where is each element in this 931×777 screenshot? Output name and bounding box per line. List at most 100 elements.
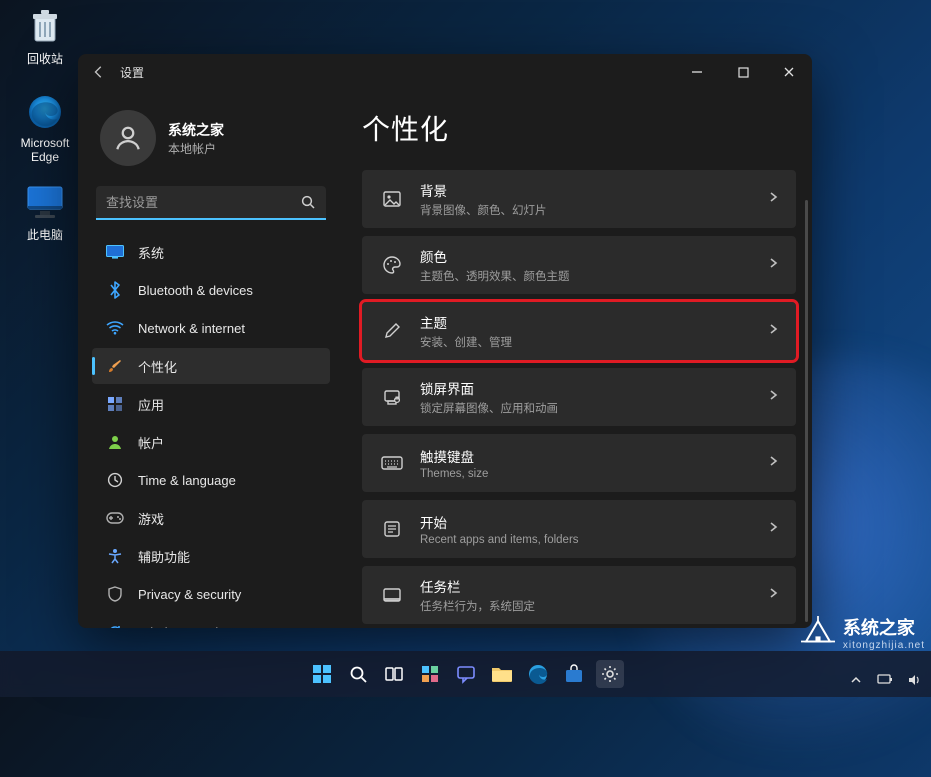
nav-windows-update[interactable]: Windows Update <box>92 614 330 628</box>
search-icon <box>348 664 368 684</box>
recycle-bin-icon <box>25 6 65 46</box>
chevron-right-icon <box>766 520 780 539</box>
taskbar-edge[interactable] <box>524 660 552 688</box>
settings-card-themes[interactable]: 主题安装、创建、管理 <box>362 302 796 360</box>
scrollbar[interactable] <box>805 200 808 622</box>
maximize-icon <box>738 67 749 78</box>
avatar <box>100 110 156 166</box>
card-subtitle: Recent apps and items, folders <box>420 534 766 546</box>
folder-icon <box>491 665 513 683</box>
desktop-icon-this-pc[interactable]: 此电脑 <box>8 182 82 243</box>
settings-card-touch-keyboard[interactable]: 触摸键盘Themes, size <box>362 434 796 492</box>
volume-tray-icon <box>907 673 921 687</box>
display-icon <box>106 243 124 261</box>
taskbar-settings[interactable] <box>596 660 624 688</box>
card-title: 颜色 <box>420 246 766 266</box>
arrow-left-icon <box>92 65 106 79</box>
desktop-icon-recycle-bin[interactable]: 回收站 <box>8 6 82 67</box>
close-icon <box>783 66 795 78</box>
chevron-right-icon <box>766 586 780 605</box>
nav-label: Time & language <box>138 473 236 488</box>
nav-label: 应用 <box>138 395 164 414</box>
nav-gaming[interactable]: 游戏 <box>92 500 330 536</box>
account-type: 本地帐户 <box>168 140 224 157</box>
widgets-icon <box>420 664 440 684</box>
nav-system[interactable]: 系统 <box>92 234 330 270</box>
card-title: 主题 <box>420 312 766 332</box>
nav-label: Bluetooth & devices <box>138 283 253 298</box>
minimize-button[interactable] <box>674 54 720 90</box>
card-subtitle: 安装、创建、管理 <box>420 334 766 350</box>
card-title: 开始 <box>420 512 766 532</box>
chevron-right-icon <box>766 190 780 209</box>
card-title: 锁屏界面 <box>420 378 766 398</box>
nav-personalization[interactable]: 个性化 <box>92 348 330 384</box>
store-icon <box>564 664 584 684</box>
card-subtitle: 主题色、透明效果、颜色主题 <box>420 268 766 284</box>
titlebar: 设置 <box>78 54 812 90</box>
clock-globe-icon <box>106 471 124 489</box>
taskbar-start[interactable] <box>308 660 336 688</box>
account-block[interactable]: 系统之家 本地帐户 <box>92 100 330 182</box>
chevron-right-icon <box>766 454 780 473</box>
chevron-right-icon <box>766 322 780 341</box>
nav-privacy[interactable]: Privacy & security <box>92 576 330 612</box>
settings-card-colors[interactable]: 颜色主题色、透明效果、颜色主题 <box>362 236 796 294</box>
content-pane: 个性化 背景背景图像、颜色、幻灯片颜色主题色、透明效果、颜色主题主题安装、创建、… <box>338 90 812 628</box>
sidebar: 系统之家 本地帐户 系统 Bluetooth & devices <box>78 90 338 628</box>
shield-icon <box>106 585 124 603</box>
nav-network[interactable]: Network & internet <box>92 310 330 346</box>
account-name: 系统之家 <box>168 120 224 140</box>
taskbar-icon <box>378 587 406 603</box>
nav-list: 系统 Bluetooth & devices Network & interne… <box>92 234 330 628</box>
search-input[interactable] <box>96 186 326 220</box>
settings-card-start[interactable]: 开始 Recent apps and items, folders <box>362 500 796 558</box>
page-heading: 个性化 <box>362 108 812 148</box>
nav-time-language[interactable]: Time & language <box>92 462 330 498</box>
nav-accounts[interactable]: 帐户 <box>92 424 330 460</box>
lock-icon <box>378 387 406 407</box>
start-icon <box>378 520 406 538</box>
nav-label: 辅助功能 <box>138 547 190 566</box>
taskbar-taskview[interactable] <box>380 660 408 688</box>
taskbar-tray[interactable] <box>849 673 921 687</box>
settings-card-taskbar[interactable]: 任务栏任务栏行为，系统固定 <box>362 566 796 624</box>
chevron-right-icon <box>766 256 780 275</box>
nav-label: 游戏 <box>138 509 164 528</box>
edge-icon <box>527 663 549 685</box>
nav-apps[interactable]: 应用 <box>92 386 330 422</box>
taskbar-search[interactable] <box>344 660 372 688</box>
desktop-icon-label: 回收站 <box>8 50 82 67</box>
settings-card-lock-screen[interactable]: 锁屏界面锁定屏幕图像、应用和动画 <box>362 368 796 426</box>
desktop-icon-edge[interactable]: Microsoft Edge <box>8 92 82 164</box>
search-icon <box>300 194 316 215</box>
taskbar-store[interactable] <box>560 660 588 688</box>
card-subtitle: 锁定屏幕图像、应用和动画 <box>420 400 766 416</box>
watermark: 系统之家 xitongzhijia.net <box>801 614 925 651</box>
maximize-button[interactable] <box>720 54 766 90</box>
card-title: 背景 <box>420 180 766 200</box>
nav-label: 个性化 <box>138 357 177 376</box>
nav-accessibility[interactable]: 辅助功能 <box>92 538 330 574</box>
bluetooth-icon <box>106 281 124 299</box>
apps-icon <box>106 395 124 413</box>
network-tray-icon <box>877 673 893 687</box>
back-button[interactable] <box>78 65 120 79</box>
taskbar <box>0 651 931 697</box>
account-icon <box>106 433 124 451</box>
monitor-icon <box>25 182 65 222</box>
window-title: 设置 <box>120 64 144 81</box>
card-subtitle: 任务栏行为，系统固定 <box>420 598 766 614</box>
search-box <box>96 186 326 220</box>
settings-card-background[interactable]: 背景背景图像、颜色、幻灯片 <box>362 170 796 228</box>
watermark-brand: 系统之家 <box>843 614 925 640</box>
wifi-icon <box>106 319 124 337</box>
pen-icon <box>378 321 406 341</box>
taskbar-widgets[interactable] <box>416 660 444 688</box>
taskbar-explorer[interactable] <box>488 660 516 688</box>
taskbar-chat[interactable] <box>452 660 480 688</box>
desktop-icon-label: 此电脑 <box>8 226 82 243</box>
close-button[interactable] <box>766 54 812 90</box>
chevron-up-icon <box>849 673 863 687</box>
nav-bluetooth[interactable]: Bluetooth & devices <box>92 272 330 308</box>
